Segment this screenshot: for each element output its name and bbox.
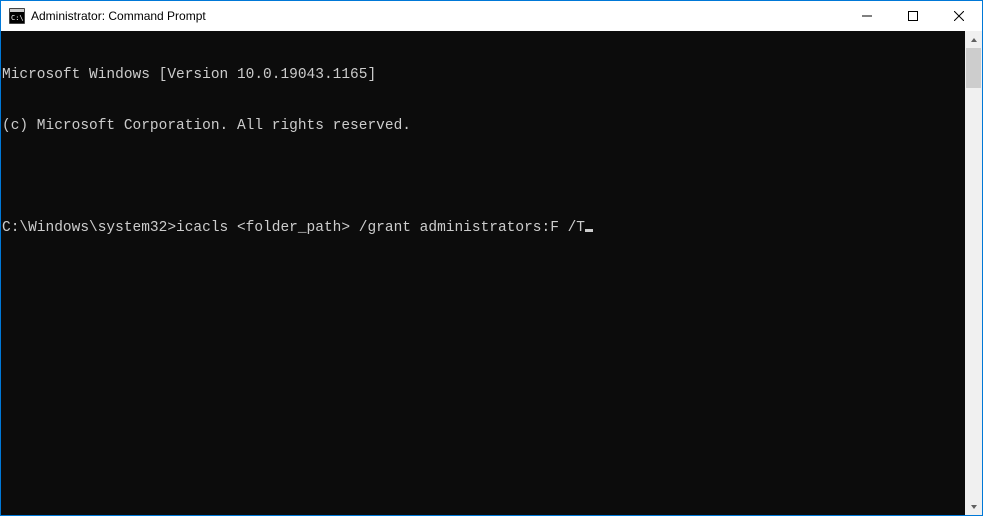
cursor-icon [585, 229, 593, 232]
window-title: Administrator: Command Prompt [31, 9, 844, 23]
cmd-icon: C:\ [9, 8, 25, 24]
minimize-button[interactable] [844, 1, 890, 31]
scrollbar-thumb[interactable] [966, 48, 981, 88]
maximize-button[interactable] [890, 1, 936, 31]
svg-text:C:\: C:\ [11, 14, 24, 22]
terminal-line: (c) Microsoft Corporation. All rights re… [2, 118, 965, 135]
window-controls [844, 1, 982, 31]
close-button[interactable] [936, 1, 982, 31]
terminal-area: Microsoft Windows [Version 10.0.19043.11… [1, 31, 982, 515]
terminal-line-text: C:\Windows\system32>icacls <folder_path>… [2, 220, 585, 236]
terminal-line [2, 169, 965, 186]
command-prompt-window: C:\ Administrator: Command Prompt Micros… [1, 1, 982, 515]
scrollbar-up-button[interactable] [965, 31, 982, 48]
titlebar[interactable]: C:\ Administrator: Command Prompt [1, 1, 982, 31]
scrollbar-down-button[interactable] [965, 498, 982, 515]
terminal-command-line: C:\Windows\system32>icacls <folder_path>… [2, 220, 965, 237]
terminal[interactable]: Microsoft Windows [Version 10.0.19043.11… [1, 31, 965, 515]
vertical-scrollbar[interactable] [965, 31, 982, 515]
terminal-line: Microsoft Windows [Version 10.0.19043.11… [2, 67, 965, 84]
